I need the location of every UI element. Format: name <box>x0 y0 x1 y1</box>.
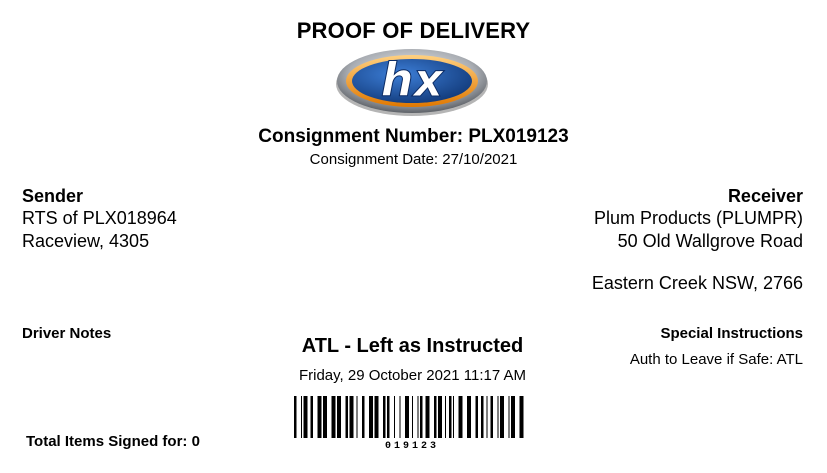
receiver-heading: Receiver <box>727 186 803 206</box>
barcode-bar <box>519 396 524 438</box>
consignment-date: Consignment Date: 27/10/2021 <box>309 151 518 168</box>
barcode-bar <box>301 396 302 438</box>
document-title: PROOF OF DELIVERY <box>296 18 531 43</box>
barcode-bar <box>394 396 395 438</box>
barcode <box>294 396 524 438</box>
barcode-bar <box>294 396 297 438</box>
total-items-signed: Total Items Signed for: 0 <box>26 433 200 450</box>
barcode-bar <box>434 396 437 438</box>
barcode-bar <box>362 396 365 438</box>
barcode-bar <box>303 396 308 438</box>
barcode-bar <box>458 396 463 438</box>
barcode-bar <box>481 396 484 438</box>
barcode-bar <box>475 396 478 438</box>
barcode-bar <box>508 396 510 438</box>
barcode-bar <box>417 396 419 438</box>
barcode-bar <box>438 396 442 438</box>
delivery-status: ATL - Left as Instructed <box>301 335 524 357</box>
receiver-line-3: Eastern Creek NSW, 2766 <box>591 273 803 293</box>
consignment-number: Consignment Number: PLX019123 <box>258 126 569 147</box>
barcode-bar <box>511 396 515 438</box>
barcode-bar <box>317 396 322 438</box>
barcode-bar <box>405 396 409 438</box>
receiver-line-1: Plum Products (PLUMPR) <box>593 208 803 228</box>
barcode-bar <box>383 396 386 438</box>
barcode-bar <box>425 396 430 438</box>
sender-heading: Sender <box>22 186 84 206</box>
barcode-bar <box>369 396 373 438</box>
barcode-bar <box>453 396 454 438</box>
barcode-bar <box>490 396 493 438</box>
special-instructions-heading: Special Instructions <box>660 325 803 342</box>
barcode-number: 019123 <box>384 441 439 452</box>
barcode-bar <box>310 396 313 438</box>
barcode-bar <box>345 396 348 438</box>
barcode-bar <box>374 396 379 438</box>
barcode-bar <box>467 396 471 438</box>
barcode-bar <box>412 396 413 438</box>
barcode-bar <box>337 396 341 438</box>
barcode-bar <box>445 396 446 438</box>
sender-line-1: RTS of PLX018964 <box>22 208 177 228</box>
logo-text: hx <box>381 53 445 107</box>
barcode-bar <box>399 396 401 438</box>
barcode-bar <box>331 396 336 438</box>
barcode-bar <box>486 396 488 438</box>
barcode-bar <box>497 396 499 438</box>
special-instructions-text: Auth to Leave if Safe: ATL <box>629 351 803 368</box>
sender-line-2: Raceview, 4305 <box>22 231 150 251</box>
driver-notes-heading: Driver Notes <box>22 325 112 342</box>
barcode-bar <box>356 396 358 438</box>
barcode-bar <box>387 396 390 438</box>
receiver-line-2: 50 Old Wallgrove Road <box>617 231 803 251</box>
delivery-datetime: Friday, 29 October 2021 11:17 AM <box>298 367 527 384</box>
hx-logo: hx <box>336 49 488 116</box>
barcode-bar <box>323 396 327 438</box>
barcode-bar <box>420 396 423 438</box>
barcode-bar <box>349 396 354 438</box>
barcode-bar <box>500 396 504 438</box>
barcode-bar <box>449 396 452 438</box>
